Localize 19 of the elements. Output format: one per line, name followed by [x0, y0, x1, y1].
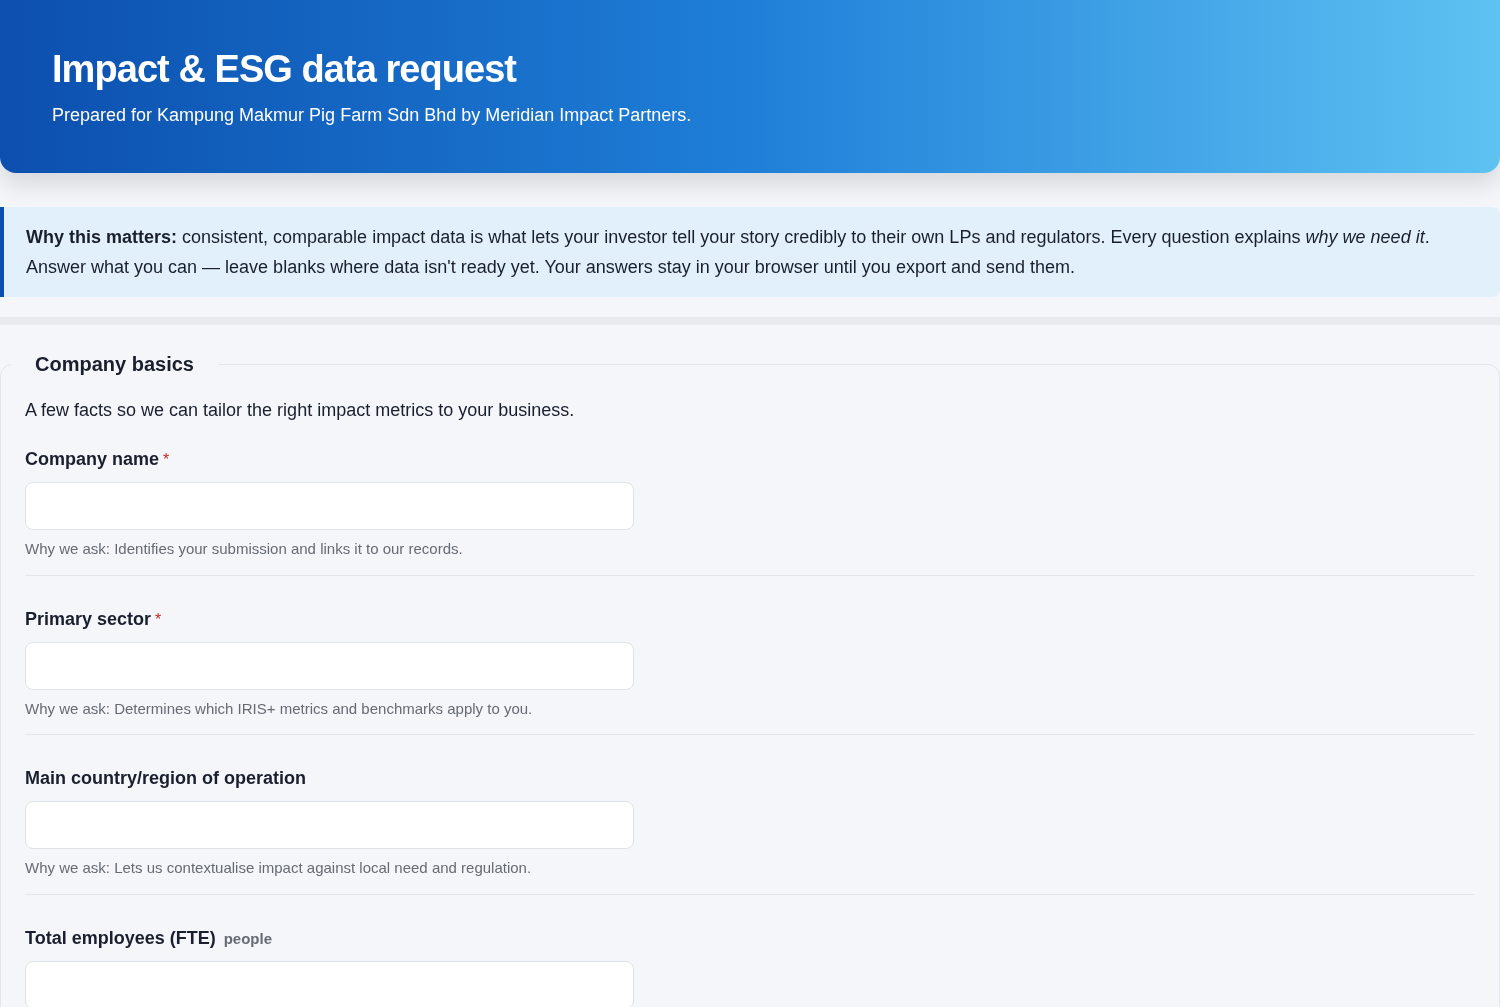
field-label: Company name — [25, 448, 160, 471]
unit-label: people — [223, 928, 273, 949]
notice-text: Why this matters: consistent, comparable impact data is what lets your investor tell your story credibly to their own LPs and regulators. Every question explains why we need it. Answer what you can — leave blanks where data isn't ready yet. Your answers stay in your browser until you export and send them. — [26, 226, 1431, 279]
input-field[interactable] — [25, 641, 634, 690]
help-text: Why we ask: Determines which IRIS+ metrics and benchmarks apply to you. — [25, 698, 534, 719]
field-label: Total employees (FTE) — [25, 926, 216, 950]
input-field[interactable] — [25, 801, 634, 849]
field-label: Main country/region of operation — [25, 767, 306, 790]
section-intro: A few facts so we can tailor the right impact metrics to your business. — [25, 399, 576, 422]
section-title: Company basics — [34, 352, 195, 377]
help-text: Why we ask: Identifies your submission and links it to our records. — [25, 539, 464, 559]
input-field[interactable] — [25, 482, 634, 530]
page-subtitle: Prepared for Kampung Makmur Pig Farm Sdn Bhd by Meridian Impact Partners. — [52, 103, 693, 127]
field-label: Primary sector — [25, 607, 152, 631]
input-field[interactable] — [25, 960, 634, 1007]
required-marker: * — [163, 450, 170, 470]
page-title: Impact & ESG data request — [52, 47, 518, 92]
required-marker: * — [155, 609, 162, 630]
help-text: Why we ask: Lets us contextualise impact against local need and regulation. — [25, 858, 533, 878]
